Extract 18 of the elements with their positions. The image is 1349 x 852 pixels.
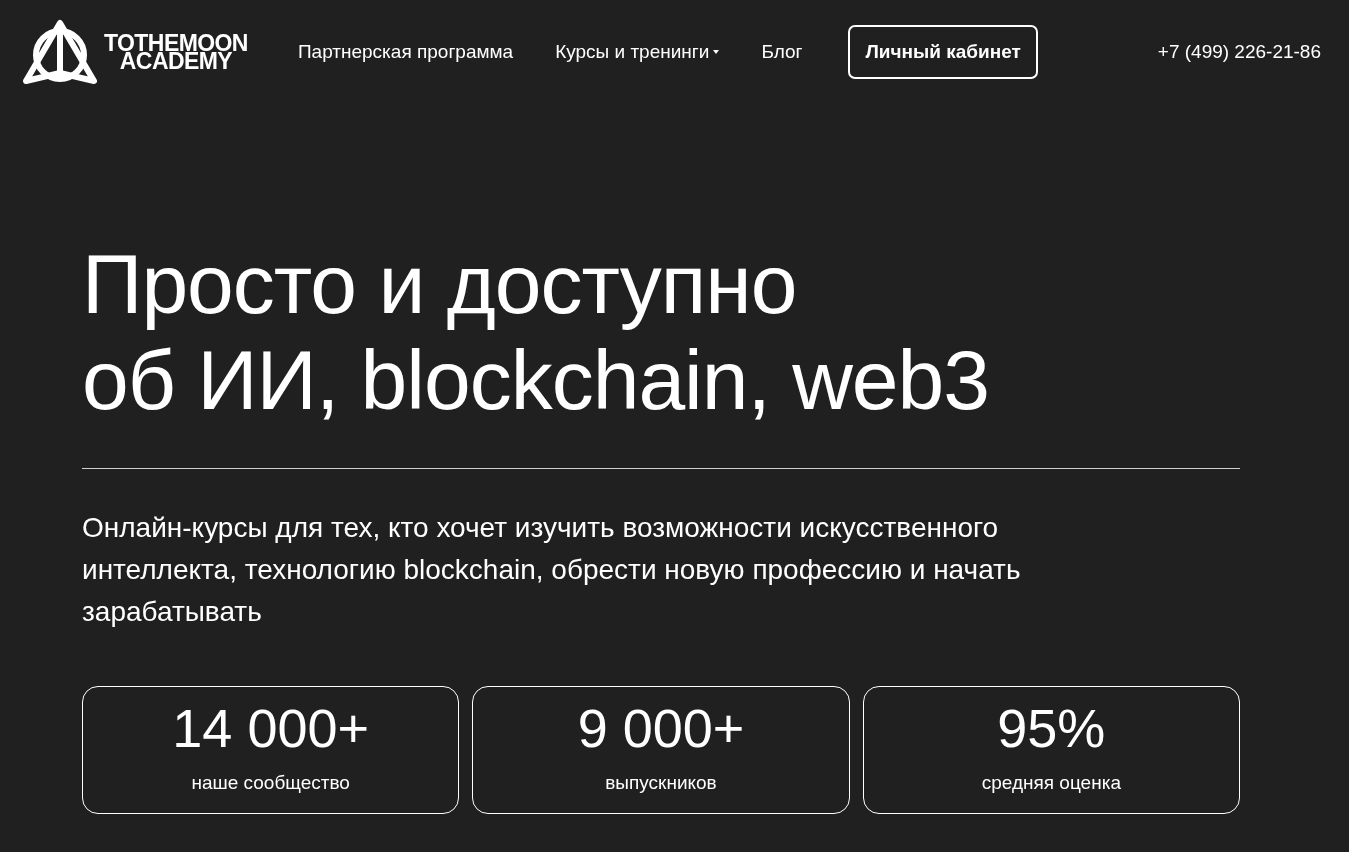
nav-link[interactable]: Партнерская программа	[297, 37, 514, 67]
account-button[interactable]: Личный кабинет	[848, 25, 1038, 79]
caret-icon	[713, 50, 720, 54]
nav-link[interactable]: Курсы и тренинги	[555, 37, 720, 67]
headline: об ИИ, blockchain, web3	[82, 332, 990, 428]
stat-label: выпускников	[605, 771, 717, 795]
stat-label: средняя оценка	[981, 771, 1121, 795]
phone-link[interactable]: +7 (499) 226-21-86	[1157, 37, 1321, 67]
headline: Просто и доступно	[82, 236, 798, 332]
subtitle: Онлайн-курсы для тех, кто хочет изучить возможности искусственного интеллекта, технологию blockchain, обрести новую профессию и начать зарабатывать	[82, 511, 1022, 629]
stat-value: 14 000+	[172, 697, 369, 759]
stat-value: 9 000+	[577, 697, 745, 759]
stat-label: наше сообщество	[191, 771, 350, 795]
logo-text: TOTHEMOON	[104, 34, 248, 52]
logo-icon	[22, 19, 98, 85]
nav-link[interactable]: Блог	[761, 37, 803, 67]
logo-text: ACADEMY	[119, 52, 233, 70]
stat-value: 95%	[997, 697, 1106, 759]
